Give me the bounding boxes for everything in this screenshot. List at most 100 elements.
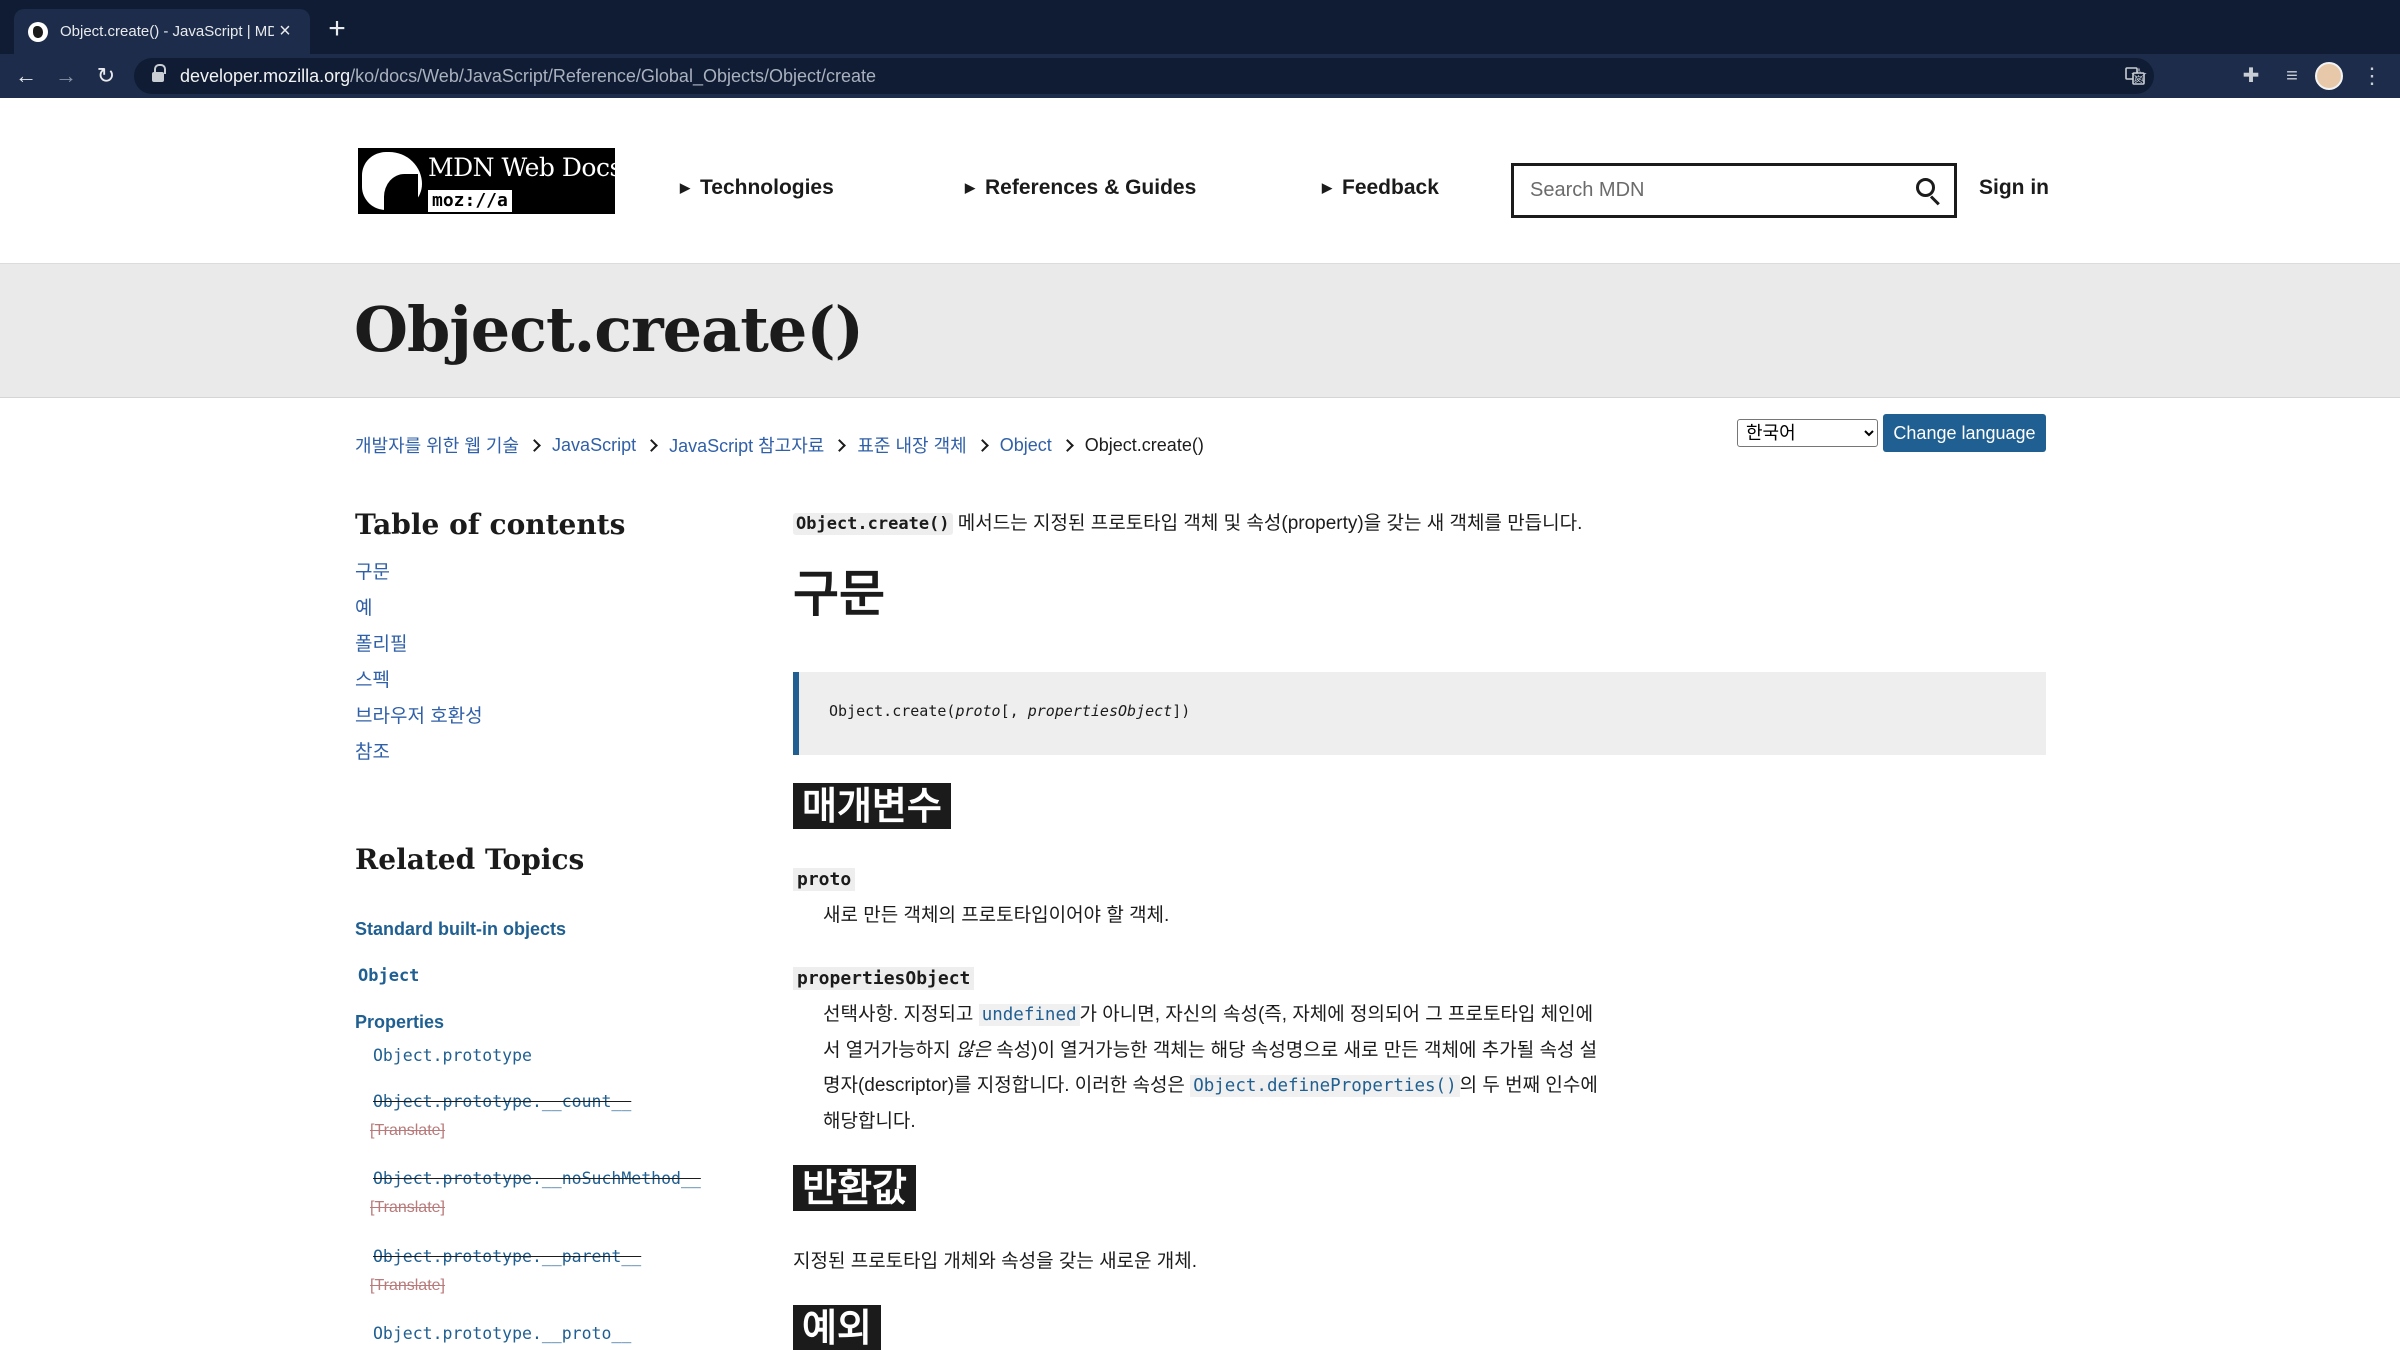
toc-link-compat[interactable]: 브라우저 호환성: [355, 706, 483, 727]
toc-heading: Table of contents: [355, 508, 626, 541]
mdn-logo[interactable]: MDN Web Docs moz://a: [358, 148, 622, 214]
media-control-icon[interactable]: ≡: [2274, 58, 2310, 94]
address-bar[interactable]: developer.mozilla.org/ko/docs/Web/JavaSc…: [134, 58, 2154, 94]
return-value-heading: 반환값: [793, 1165, 916, 1211]
toc-link-examples[interactable]: 예: [355, 598, 372, 619]
related-topics-heading: Related Topics: [355, 843, 585, 876]
define-properties-link[interactable]: Object.defineProperties(): [1190, 1075, 1460, 1097]
chevron-right-icon: [1060, 438, 1074, 452]
param-properties-term: propertiesObject: [793, 967, 975, 990]
translate-link[interactable]: [Translate]: [370, 1277, 445, 1295]
param-proto-description: 새로 만든 객체의 프로토타입이어야 할 객체.: [823, 905, 1170, 926]
toc-item: 브라우저 호환성: [355, 704, 483, 740]
toc-item: 참조: [355, 740, 483, 776]
title-band: Object.create(): [0, 264, 2400, 398]
property-link[interactable]: Object.prototype.__proto__: [373, 1324, 631, 1343]
nav-feedback-label: Feedback: [1342, 176, 1439, 199]
change-language-button[interactable]: Change language: [1883, 414, 2046, 452]
page-title: Object.create(): [354, 293, 864, 366]
intro-text: 메서드는 지정된 프로토타입 객체 및 속성(property)을 갖는 새 객…: [952, 513, 1583, 534]
toc-item: 구문: [355, 560, 483, 596]
nav-feedback[interactable]: ▶ Feedback: [1322, 176, 1439, 200]
profile-avatar[interactable]: [2315, 62, 2343, 90]
desc-text: 선택사항. 지정되고: [823, 1004, 979, 1025]
breadcrumb-object[interactable]: Object: [1000, 435, 1052, 456]
breadcrumb-js-reference[interactable]: JavaScript 참고자료: [669, 432, 824, 458]
syntax-arg-properties: propertiesObject: [1027, 702, 1173, 720]
toc-link-specs[interactable]: 스펙: [355, 670, 390, 691]
syntax-arg-proto: proto: [955, 702, 1001, 720]
translate-link[interactable]: [Translate]: [370, 1122, 445, 1140]
new-tab-button[interactable]: +: [322, 14, 352, 44]
language-select[interactable]: 한국어: [1737, 419, 1878, 447]
related-object-link[interactable]: Object: [358, 966, 419, 986]
param-properties-description: 선택사항. 지정되고 undefined 가 아니면, 자신의 속성(즉, 자체에…: [823, 997, 1603, 1139]
property-link[interactable]: Object.prototype.__noSuchMethod__: [373, 1169, 701, 1188]
tab-title: Object.create() - JavaScript | MDN: [60, 23, 274, 40]
back-arrow-icon[interactable]: ←: [8, 58, 44, 94]
search-input[interactable]: [1514, 166, 1904, 215]
toc-link-see-also[interactable]: 참조: [355, 742, 390, 763]
lock-icon: [152, 64, 166, 83]
mdn-header: MDN Web Docs moz://a ▶ Technologies ▶ Refe…: [0, 98, 2400, 264]
nav-references-label: References & Guides: [985, 176, 1197, 199]
mdn-favicon-icon: [28, 21, 48, 42]
exceptions-heading: 예외: [793, 1305, 881, 1350]
syntax-code-block: Object.create(proto[, propertiesObject]): [793, 672, 2046, 755]
chevron-right-icon: [645, 438, 658, 452]
bookmark-star-icon[interactable]: ☆: [2124, 58, 2154, 94]
forward-arrow-icon[interactable]: →: [48, 58, 84, 94]
url-host: developer.mozilla.org: [180, 65, 351, 86]
nav-references-guides[interactable]: ▶ References & Guides: [965, 176, 1196, 200]
desc-emphasis: 않은: [955, 1040, 991, 1061]
breadcrumb-javascript[interactable]: JavaScript: [552, 435, 636, 456]
param-proto-term: proto: [793, 868, 856, 891]
syntax-heading: 구문: [793, 564, 885, 623]
breadcrumb-web-tech[interactable]: 개발자를 위한 웹 기술: [355, 432, 519, 458]
disclosure-triangle-icon: ▶: [1322, 180, 1332, 195]
return-value-text: 지정된 프로토타입 개체와 속성을 갖는 새로운 개체.: [793, 1251, 1198, 1272]
nav-technologies-label: Technologies: [700, 176, 834, 199]
breadcrumb-current: Object.create(): [1084, 434, 1204, 455]
browser-tab-bar: Object.create() - JavaScript | MDN × +: [0, 0, 2400, 54]
logo-text: MDN Web Docs: [428, 153, 622, 182]
reload-icon[interactable]: ↻: [88, 58, 124, 94]
toc-list: 구문 예 폴리필 스펙 브라우저 호환성 참조: [355, 560, 483, 776]
chevron-right-icon: [975, 438, 989, 452]
property-link[interactable]: Object.prototype.__parent__: [373, 1247, 641, 1266]
chevron-right-icon: [528, 438, 541, 452]
translate-link[interactable]: [Translate]: [370, 1199, 445, 1217]
related-standard-builtins-link[interactable]: Standard built-in objects: [355, 919, 566, 940]
browser-tab[interactable]: Object.create() - JavaScript | MDN ×: [14, 9, 310, 54]
syntax-prefix: Object.create(: [829, 702, 956, 720]
properties-heading: Properties: [355, 1012, 445, 1032]
browser-menu-icon[interactable]: ⋮: [2354, 58, 2390, 94]
toc-item: 폴리필: [355, 632, 483, 668]
toc-link-syntax[interactable]: 구문: [355, 562, 390, 583]
syntax-mid: [,: [1000, 702, 1028, 720]
chevron-right-icon: [833, 438, 847, 452]
property-link[interactable]: Object.prototype: [373, 1046, 532, 1065]
parameters-heading: 매개변수: [793, 783, 951, 829]
toc-link-polyfill[interactable]: 폴리필: [355, 634, 407, 655]
nav-technologies[interactable]: ▶ Technologies: [680, 176, 834, 200]
intro-paragraph: Object.create() 메서드는 지정된 프로토타입 객체 및 속성(p…: [793, 508, 1582, 535]
tab-close-icon[interactable]: ×: [274, 20, 296, 43]
property-link[interactable]: Object.prototype.__count__: [373, 1092, 631, 1111]
search-box: [1511, 163, 1957, 218]
toc-item: 스펙: [355, 668, 483, 704]
mdn-dinosaur-icon: [362, 152, 422, 212]
syntax-code: Object.create(proto[, propertiesObject]): [829, 702, 1190, 720]
sign-in-link[interactable]: Sign in: [1979, 176, 2049, 200]
undefined-link[interactable]: undefined: [978, 1004, 1080, 1026]
browser-toolbar: ← → ↻ developer.mozilla.org/ko/docs/Web/…: [0, 54, 2400, 98]
search-icon[interactable]: [1916, 178, 1940, 206]
extensions-puzzle-icon[interactable]: ✚: [2233, 58, 2269, 94]
syntax-suffix: ]): [1172, 702, 1191, 720]
intro-code: Object.create(): [793, 513, 953, 535]
url-path: /ko/docs/Web/JavaScript/Reference/Global…: [350, 65, 877, 86]
breadcrumb-builtin-objects[interactable]: 표준 내장 객체: [857, 432, 966, 458]
disclosure-triangle-icon: ▶: [965, 180, 975, 195]
breadcrumb: 개발자를 위한 웹 기술 JavaScript JavaScript 참고자료 …: [355, 432, 1204, 458]
disclosure-triangle-icon: ▶: [680, 180, 690, 195]
